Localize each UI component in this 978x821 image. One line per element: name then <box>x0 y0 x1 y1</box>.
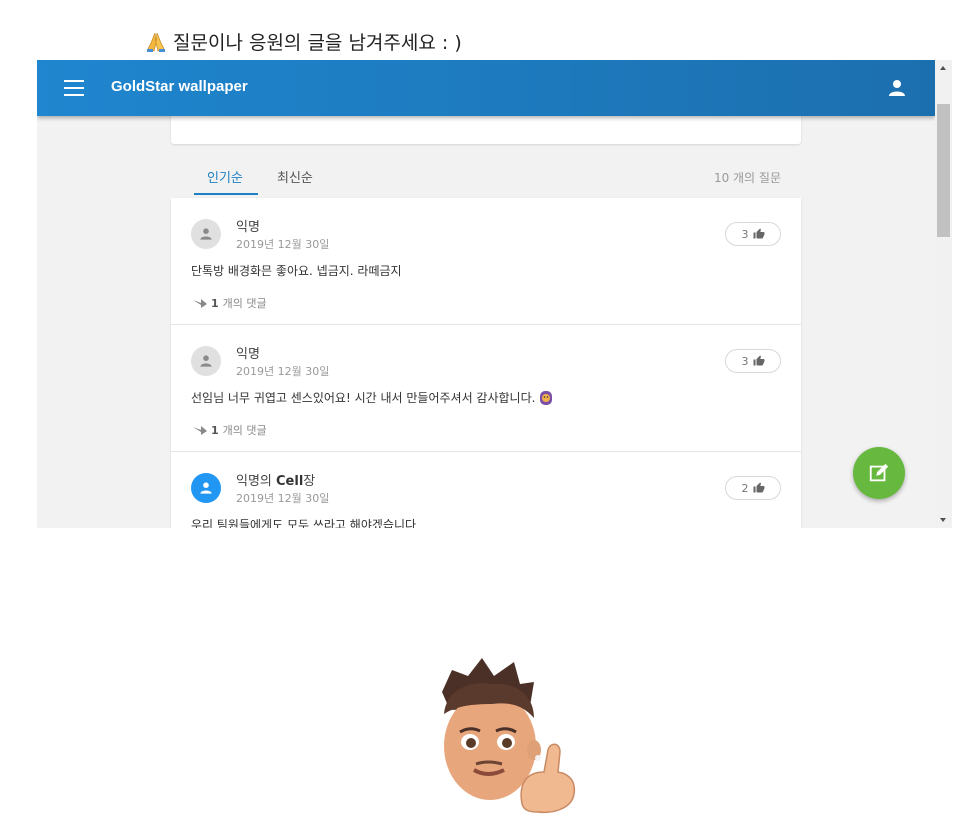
reply-arrow-icon <box>193 299 207 308</box>
like-count: 3 <box>741 354 749 368</box>
author-name: 익명의 Cell장 <box>236 474 316 489</box>
reply-count: 1 <box>211 296 219 310</box>
app-bar: GoldStar wallpaper <box>37 60 935 116</box>
edit-icon <box>869 463 889 482</box>
reply-label: 개의 댓글 <box>222 297 267 310</box>
embedded-app-frame: GoldStar wallpaper 인기순 최신순 10 개의 질문 익명 2… <box>37 60 935 528</box>
question-text: 선임님 너무 귀엽고 센스있어요! 시간 내서 만들어주셔서 감사합니다. <box>191 389 554 406</box>
author-name: 익명 <box>236 220 260 235</box>
active-tab-indicator <box>194 193 258 195</box>
heading-text: 질문이나 응원의 글을 남겨주세요 : ) <box>173 32 462 54</box>
write-question-button[interactable] <box>853 447 905 499</box>
post-date: 2019년 12월 30일 <box>236 238 330 251</box>
account-icon[interactable] <box>887 78 907 98</box>
page-heading: 질문이나 응원의 글을 남겨주세요 : ) <box>145 28 462 55</box>
like-button[interactable]: 3 <box>725 349 781 373</box>
person-icon <box>200 482 212 494</box>
avatar <box>191 473 221 503</box>
question-count: 10 개의 질문 <box>713 171 781 185</box>
author-name: 익명 <box>236 347 260 362</box>
question-item[interactable]: 익명 2019년 12월 30일 3 단톡방 배경화믄 좋아요. 넵금지. 라떼… <box>171 198 801 325</box>
like-button[interactable]: 2 <box>725 476 781 500</box>
person-icon <box>200 355 212 367</box>
app-title: GoldStar wallpaper <box>111 78 248 95</box>
emoji-icon <box>540 390 553 405</box>
reply-arrow-icon <box>193 426 207 435</box>
like-count: 2 <box>741 481 749 495</box>
question-list: 익명 2019년 12월 30일 3 단톡방 배경화믄 좋아요. 넵금지. 라떼… <box>171 198 801 528</box>
tab-recent[interactable]: 최신순 <box>277 167 313 186</box>
folded-hands-icon <box>145 31 167 53</box>
like-count: 3 <box>741 227 749 241</box>
avatar <box>191 346 221 376</box>
hamburger-menu-icon[interactable] <box>64 80 84 96</box>
person-icon <box>200 228 212 240</box>
question-text: 단톡방 배경화믄 좋아요. 넵금지. 라떼금지 <box>191 264 402 278</box>
avatar <box>191 219 221 249</box>
post-date: 2019년 12월 30일 <box>236 492 330 505</box>
sort-tabs: 인기순 최신순 10 개의 질문 <box>171 157 801 199</box>
thumbs-up-icon <box>753 228 764 239</box>
vertical-scrollbar[interactable] <box>935 60 952 528</box>
question-text: 우리 팀원들에게도 모두 쓰라고 해야겠습니다 <box>191 518 417 528</box>
reply-link[interactable]: 1 개의 댓글 <box>193 295 267 311</box>
scrollbar-thumb[interactable] <box>937 104 950 237</box>
question-item[interactable]: 익명 2019년 12월 30일 3 선임님 너무 귀엽고 센스있어요! 시간 … <box>171 325 801 452</box>
reply-link[interactable]: 1 개의 댓글 <box>193 422 267 438</box>
post-date: 2019년 12월 30일 <box>236 365 330 378</box>
scroll-up-arrow-icon[interactable] <box>940 66 946 70</box>
thumbs-up-icon <box>753 482 764 493</box>
memoji-thumbs-up-image <box>430 654 580 816</box>
like-button[interactable]: 3 <box>725 222 781 246</box>
scroll-down-arrow-icon[interactable] <box>940 518 946 522</box>
tab-popular[interactable]: 인기순 <box>207 167 243 186</box>
reply-count: 1 <box>211 423 219 437</box>
thumbs-up-icon <box>753 355 764 366</box>
question-item[interactable]: 익명의 Cell장 2019년 12월 30일 2 우리 팀원들에게도 모두 쓰… <box>171 452 801 528</box>
reply-label: 개의 댓글 <box>222 424 267 437</box>
